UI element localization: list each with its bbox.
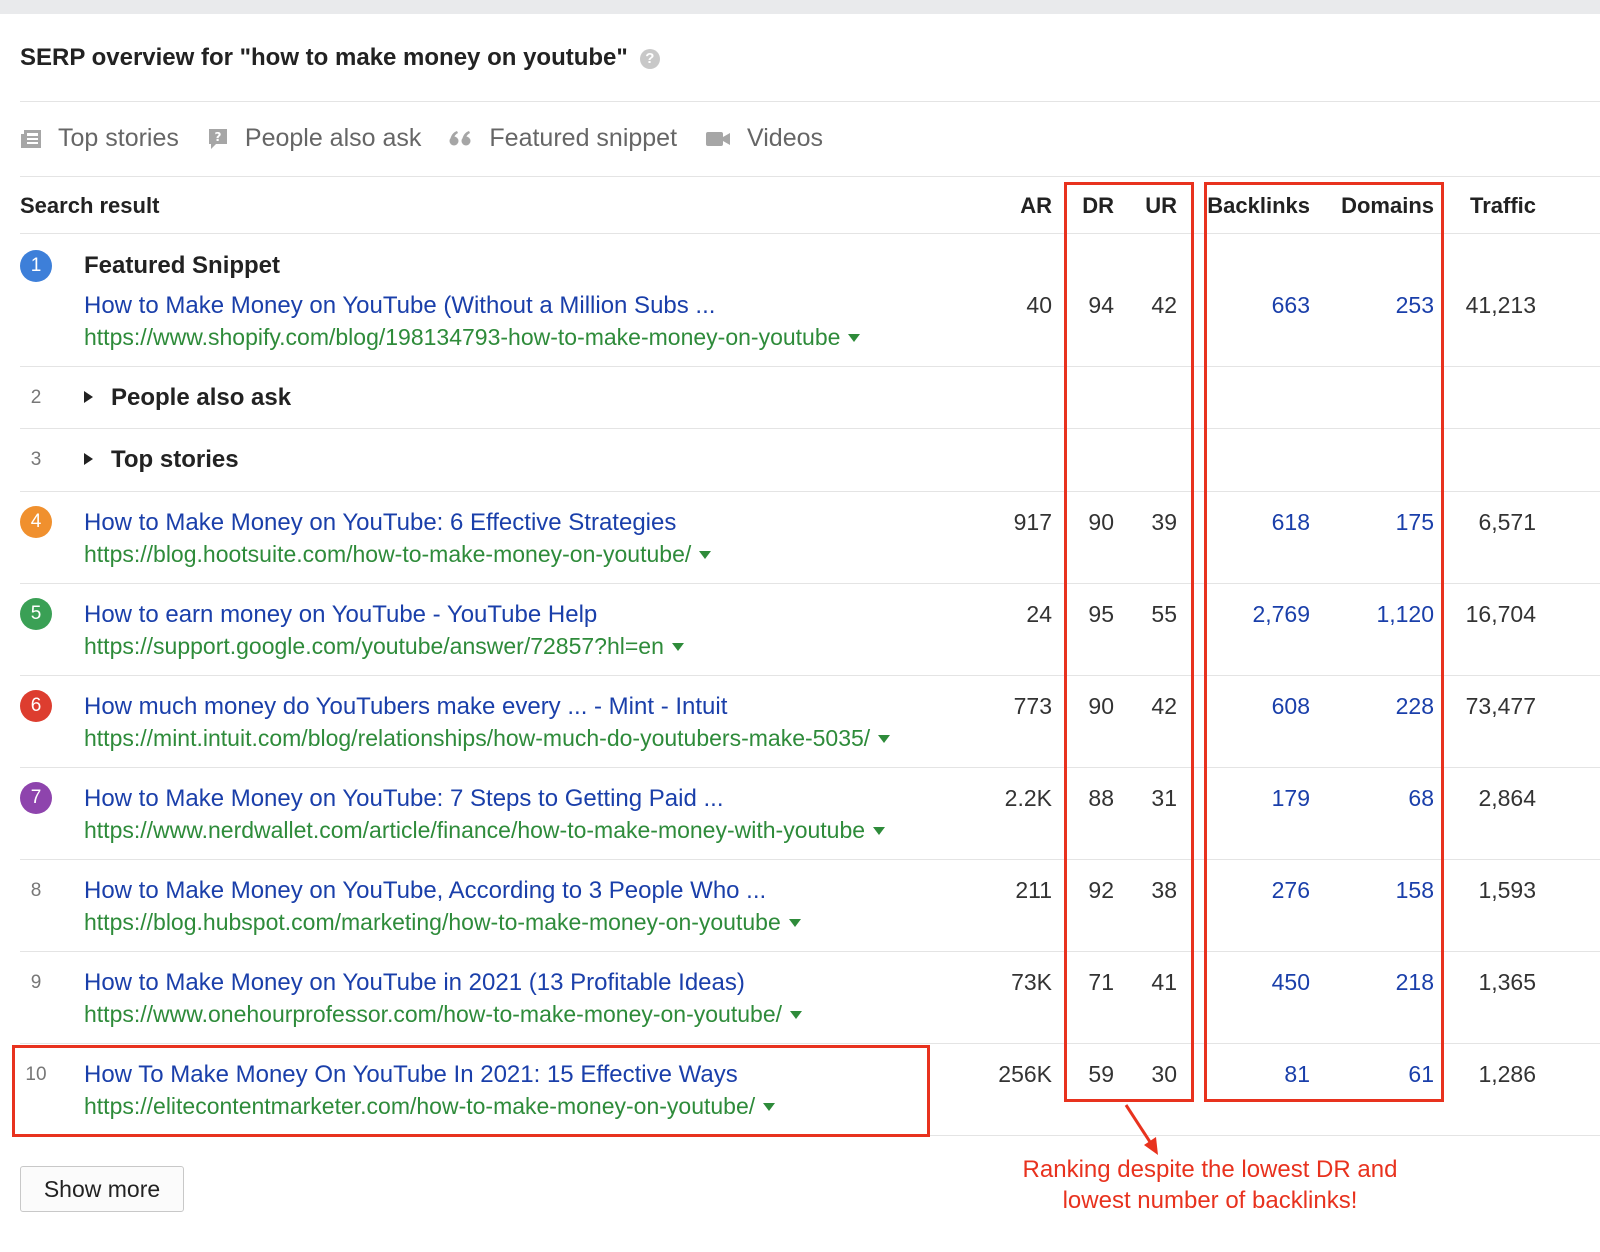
caret-down-icon[interactable] [848,334,861,342]
top-bar [0,0,1600,14]
column-search-result[interactable]: Search result [20,193,159,219]
divider [20,176,1600,177]
result-title-link[interactable]: How to Make Money on YouTube: 6 Effectiv… [84,509,676,537]
traffic-value: 2,864 [1478,785,1536,811]
traffic-value: 41,213 [1465,292,1536,318]
result-url[interactable]: https://blog.hootsuite.com/how-to-make-m… [84,541,712,568]
caret-down-icon[interactable] [878,735,891,743]
rank-number: 3 [30,449,42,470]
feature-label: Featured snippet [489,124,678,152]
feature-label: People also ask [244,124,422,152]
ar-value: 40 [1026,292,1052,318]
url-text: https://support.google.com/youtube/answe… [84,633,664,659]
feature-top-stories[interactable]: Top stories [20,124,179,153]
ar-value: 773 [1013,693,1052,719]
top-stories-expander[interactable]: Top stories [84,446,239,474]
url-text: https://blog.hootsuite.com/how-to-make-m… [84,541,692,567]
result-url[interactable]: https://support.google.com/youtube/answe… [84,633,684,660]
svg-text:?: ? [214,130,221,144]
video-camera-icon [706,131,731,146]
help-icon[interactable]: ? [639,49,660,69]
backlinks-domains-highlight-box [1204,182,1444,1102]
rank-number: 9 [30,972,42,993]
traffic-value: 1,593 [1478,877,1536,903]
page-title: SERP overview for "how to make money on … [20,44,660,72]
url-text: https://www.nerdwallet.com/article/finan… [84,817,866,843]
arrow-icon [1124,1104,1158,1155]
result-title-link[interactable]: How to Make Money on YouTube, According … [84,877,766,905]
result-url[interactable]: https://mint.intuit.com/blog/relationshi… [84,725,891,752]
result-url[interactable]: https://blog.hubspot.com/marketing/how-t… [84,909,801,936]
expander-label: Top stories [111,446,239,473]
url-text: https://www.onehourprofessor.com/how-to-… [84,1001,782,1027]
feature-videos[interactable]: Videos [705,124,823,153]
result-url[interactable]: https://www.nerdwallet.com/article/finan… [84,817,886,844]
dr-ur-highlight-box [1064,182,1194,1102]
caret-down-icon[interactable] [790,1011,802,1019]
caret-down-icon[interactable] [873,827,886,835]
show-more-button[interactable]: Show more [20,1166,184,1212]
triangle-right-icon [84,453,93,465]
traffic-value: 73,477 [1465,693,1536,719]
feature-label: Videos [747,124,824,152]
result-title-link[interactable]: How to earn money on YouTube - YouTube H… [84,601,597,629]
rank-badge: 1 [20,250,52,282]
feature-label: Top stories [58,124,179,152]
rank-badge: 5 [20,598,52,630]
caret-down-icon[interactable] [671,643,684,651]
newspaper-icon [21,129,41,148]
result-title-link[interactable]: How to Make Money on YouTube: 7 Steps to… [84,785,724,813]
ar-value: 917 [1013,509,1052,535]
feature-people-also-ask[interactable]: ? People also ask [207,124,422,153]
url-text: https://blog.hubspot.com/marketing/how-t… [84,909,781,935]
people-also-ask-expander[interactable]: People also ask [84,384,291,412]
ar-value: 2.2K [1004,785,1052,811]
ar-value: 211 [1015,877,1052,903]
annotation-text: Ranking despite the lowest DR and lowest… [990,1154,1430,1216]
traffic-value: 1,365 [1478,969,1536,995]
serp-features: Top stories ? People also ask Featured s… [20,124,823,153]
rank-number: 8 [30,880,42,901]
rank-badge: 7 [20,782,52,814]
expander-label: People also ask [111,384,292,411]
featured-snippet-label: Featured Snippet [84,252,281,279]
url-text: https://mint.intuit.com/blog/relationshi… [84,725,871,751]
rank-number: 2 [30,387,42,408]
caret-down-icon[interactable] [699,551,712,559]
annotation-line: lowest number of backlinks! [1062,1187,1358,1214]
question-bubble-icon: ? [208,128,227,149]
result-title-link[interactable]: How to Make Money on YouTube in 2021 (13… [84,969,745,997]
row-10-highlight-box [12,1045,930,1137]
result-title-link[interactable]: How much money do YouTubers make every .… [84,693,727,721]
triangle-right-icon [84,391,93,403]
feature-featured-snippet[interactable]: Featured snippet [449,124,677,153]
ar-value: 24 [1026,601,1052,627]
traffic-value: 6,571 [1478,509,1536,535]
caret-down-icon[interactable] [788,919,801,927]
column-ar[interactable]: AR [990,193,1052,219]
url-text: https://www.shopify.com/blog/198134793-h… [84,324,841,350]
traffic-value: 1,286 [1478,1061,1536,1087]
rank-badge: 6 [20,690,52,722]
result-url[interactable]: https://www.shopify.com/blog/198134793-h… [84,324,861,351]
annotation-line: Ranking despite the lowest DR and [1022,1156,1398,1183]
divider [20,101,1600,102]
ar-value: 73K [1011,969,1052,995]
result-title-link[interactable]: How to Make Money on YouTube (Without a … [84,292,715,320]
rank-badge: 4 [20,506,52,538]
ar-value: 256K [998,1061,1052,1087]
traffic-value: 16,704 [1465,601,1536,627]
result-url[interactable]: https://www.onehourprofessor.com/how-to-… [84,1001,802,1028]
quote-icon [449,130,471,145]
column-traffic[interactable]: Traffic [1450,193,1536,219]
